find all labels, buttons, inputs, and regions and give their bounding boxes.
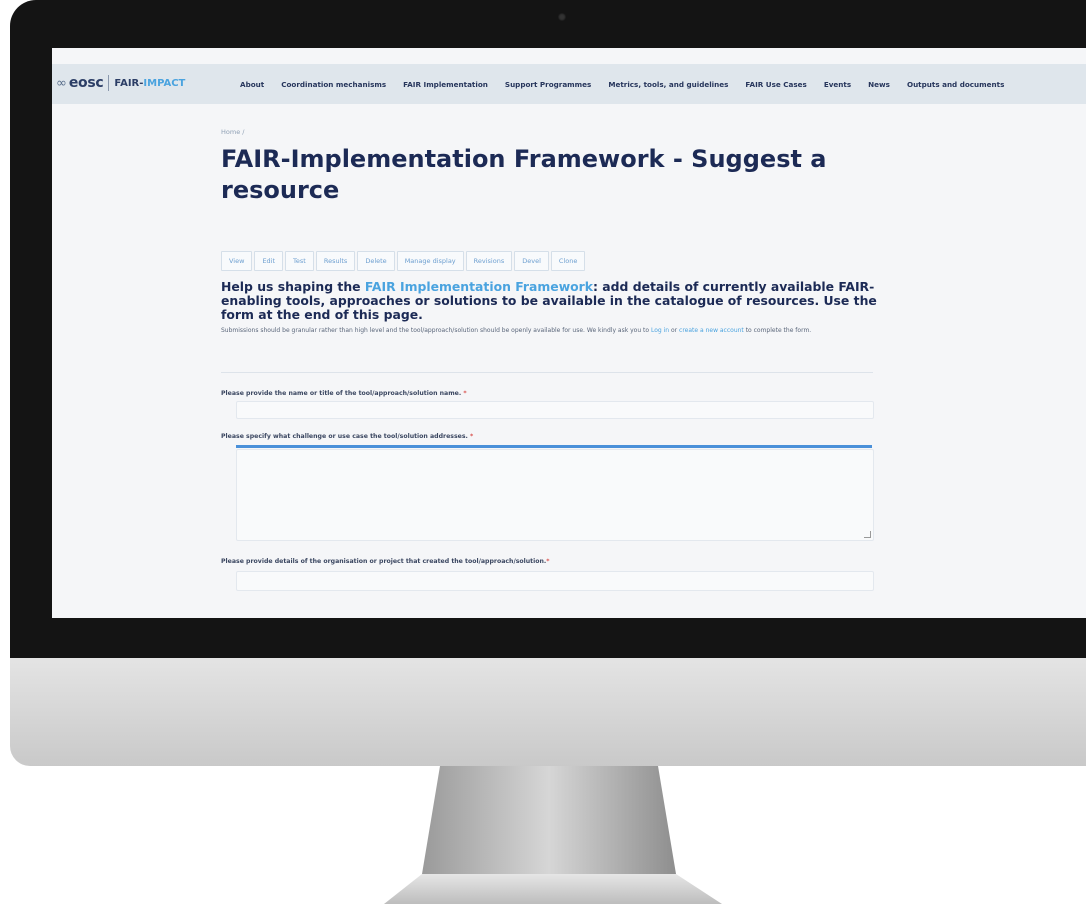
tab-results[interactable]: Results xyxy=(315,251,356,271)
tab-devel[interactable]: Devel xyxy=(514,251,549,271)
tab-clone[interactable]: Clone xyxy=(550,251,586,271)
logo-divider xyxy=(108,75,110,91)
field-organisation-label: Please provide details of the organisati… xyxy=(221,558,550,565)
page-header: Home / FAIR-Implementation Framework - S… xyxy=(221,128,873,206)
intro-section: Help us shaping the FAIR Implementation … xyxy=(221,280,881,336)
required-marker: * xyxy=(546,558,550,565)
nav-item-metrics-tools-guidelines[interactable]: Metrics, tools, and guidelines xyxy=(608,80,728,89)
tab-view[interactable]: View xyxy=(221,251,253,271)
nav-item-fair-implementation[interactable]: FAIR Implementation xyxy=(403,80,488,89)
logo-fair-text: FAIR- xyxy=(114,77,144,89)
login-link[interactable]: Log in xyxy=(651,327,669,334)
nav-item-events[interactable]: Events xyxy=(824,80,851,89)
intro-text-suffix: to complete the form. xyxy=(743,327,812,334)
intro-text-prefix: Submissions should be granular rather th… xyxy=(221,327,651,334)
tool-name-input[interactable] xyxy=(236,401,874,419)
logo-eosc-text: eosc xyxy=(68,75,104,91)
main-nav: About Coordination mechanisms FAIR Imple… xyxy=(240,64,1021,104)
challenge-textarea[interactable] xyxy=(236,449,874,541)
intro-text: Submissions should be granular rather th… xyxy=(221,325,871,336)
nav-item-fair-use-cases[interactable]: FAIR Use Cases xyxy=(745,80,806,89)
focus-indicator xyxy=(236,445,872,448)
nav-item-coordination-mechanisms[interactable]: Coordination mechanisms xyxy=(281,80,386,89)
fair-framework-link[interactable]: FAIR Implementation Framework xyxy=(365,279,593,294)
intro-text-or: or xyxy=(669,327,680,334)
logo-impact-text: IMPACT xyxy=(143,77,186,89)
intro-heading-prefix: Help us shaping the xyxy=(221,279,365,294)
field-challenge-label-text: Please specify what challenge or use cas… xyxy=(221,433,468,440)
organisation-input[interactable] xyxy=(236,571,874,591)
site-logo[interactable]: ∞ eosc FAIR- IMPACT xyxy=(56,75,185,91)
screen: ∞ eosc FAIR- IMPACT About Coordination m… xyxy=(52,48,1086,618)
site-header: ∞ eosc FAIR- IMPACT About Coordination m… xyxy=(52,64,1086,104)
nav-item-news[interactable]: News xyxy=(868,80,890,89)
breadcrumb[interactable]: Home / xyxy=(221,128,873,136)
local-tasks-tabs: View Edit Test Results Delete Manage dis… xyxy=(221,251,587,271)
tab-test[interactable]: Test xyxy=(285,251,314,271)
required-marker: * xyxy=(463,390,467,397)
camera-icon xyxy=(558,13,566,21)
create-account-link[interactable]: create a new account xyxy=(679,327,744,334)
field-name-label: Please provide the name or title of the … xyxy=(221,390,467,397)
field-challenge-label: Please specify what challenge or use cas… xyxy=(221,433,473,440)
monitor-chin xyxy=(10,658,1086,766)
tab-manage-display[interactable]: Manage display xyxy=(396,251,464,271)
eosc-logo-icon: ∞ xyxy=(56,75,67,91)
nav-item-about[interactable]: About xyxy=(240,80,264,89)
nav-item-outputs-documents[interactable]: Outputs and documents xyxy=(907,80,1004,89)
intro-heading: Help us shaping the FAIR Implementation … xyxy=(221,280,881,322)
resize-handle-icon[interactable] xyxy=(864,531,871,538)
section-divider xyxy=(221,372,873,373)
tab-edit[interactable]: Edit xyxy=(254,251,284,271)
page-title: FAIR-Implementation Framework - Suggest … xyxy=(221,145,827,204)
tab-delete[interactable]: Delete xyxy=(357,251,395,271)
tab-revisions[interactable]: Revisions xyxy=(465,251,513,271)
nav-item-support-programmes[interactable]: Support Programmes xyxy=(505,80,591,89)
field-name-label-text: Please provide the name or title of the … xyxy=(221,390,462,397)
monitor-stand xyxy=(0,766,1086,909)
field-organisation-label-text: Please provide details of the organisati… xyxy=(221,558,547,565)
required-marker: * xyxy=(470,433,474,440)
